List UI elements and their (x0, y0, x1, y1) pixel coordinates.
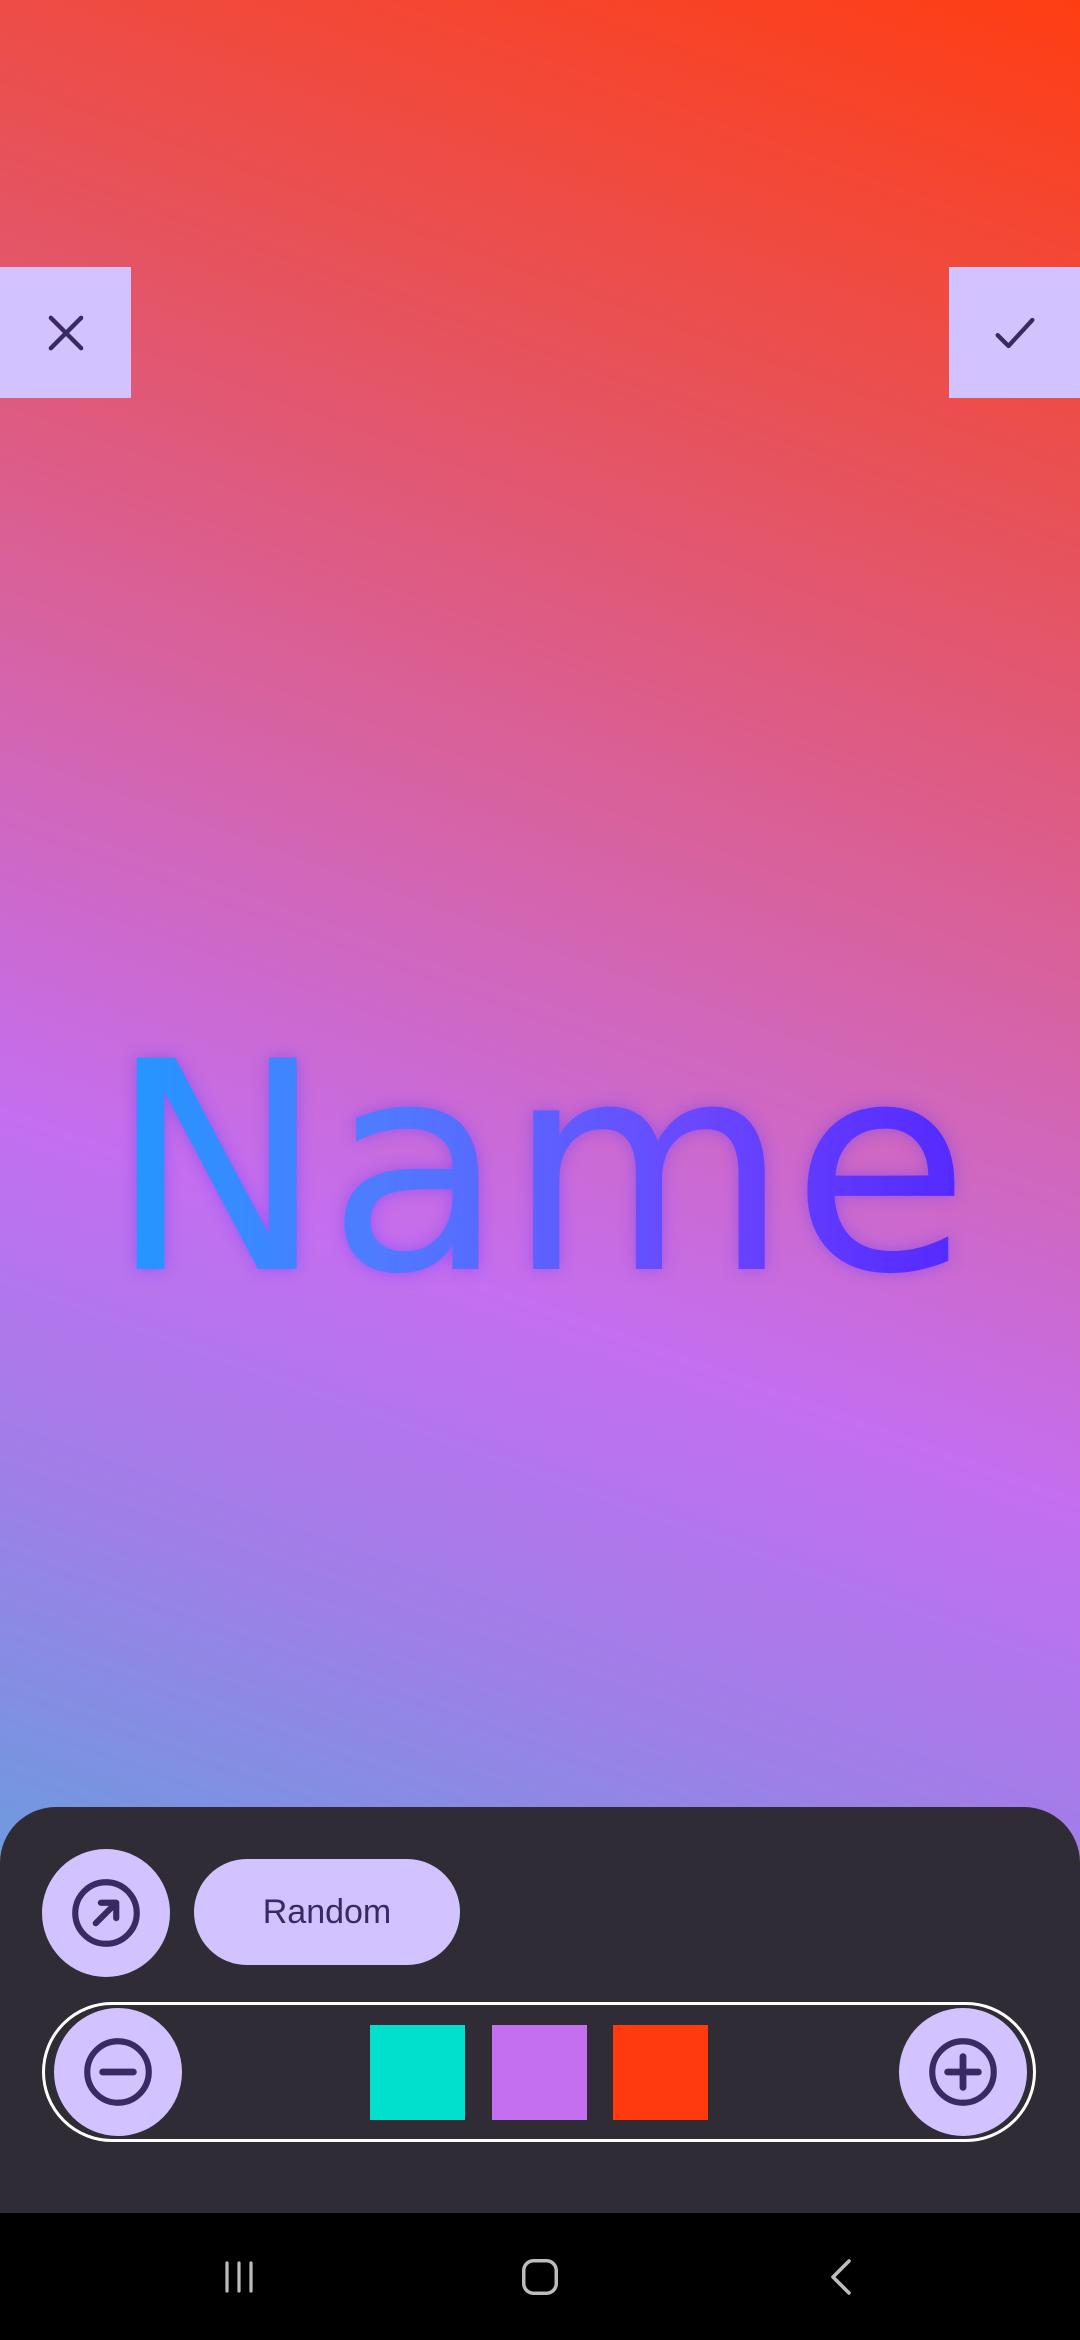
back-icon (831, 2258, 851, 2295)
color-swatch-teal[interactable] (370, 2025, 465, 2120)
decrease-button[interactable] (54, 2008, 182, 2136)
recents-icon (225, 2260, 253, 2293)
system-navigation-bar (0, 2213, 1080, 2340)
random-button[interactable]: Random (194, 1859, 460, 1965)
color-swatch-orange[interactable] (613, 2025, 708, 2120)
check-icon (995, 317, 1034, 348)
increase-button[interactable] (899, 2008, 1027, 2136)
home-icon (522, 2258, 558, 2295)
minus-circle-icon (84, 2038, 152, 2106)
recents-button[interactable] (179, 2213, 299, 2340)
close-icon (48, 315, 83, 350)
plus-circle-icon (929, 2038, 997, 2106)
preview-name-text: Name (0, 1000, 1080, 1340)
home-button[interactable] (480, 2213, 600, 2340)
arrow-up-right-circle-icon (72, 1879, 140, 1947)
back-button[interactable] (783, 2213, 903, 2340)
confirm-button[interactable] (949, 267, 1080, 398)
close-button[interactable] (0, 267, 131, 398)
color-swatch-purple[interactable] (492, 2025, 587, 2120)
open-link-button[interactable] (42, 1849, 170, 1977)
